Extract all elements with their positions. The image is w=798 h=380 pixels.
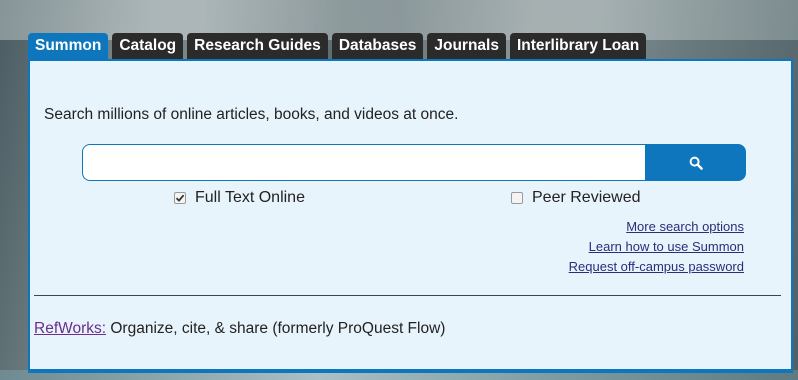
refworks-line: RefWorks: Organize, cite, & share (forme… (34, 320, 445, 338)
tab-research-guides[interactable]: Research Guides (187, 33, 328, 59)
peer-reviewed-checkbox[interactable] (511, 192, 523, 204)
full-text-online-filter: Full Text Online (174, 189, 305, 207)
divider (34, 295, 781, 296)
search-intro-text: Search millions of online articles, book… (44, 106, 459, 123)
full-text-online-label: Full Text Online (195, 189, 305, 206)
search-help-links: More search options Learn how to use Sum… (569, 217, 744, 277)
tab-summon[interactable]: Summon (28, 33, 109, 59)
refworks-link[interactable]: RefWorks: (34, 320, 106, 337)
full-text-online-checkbox[interactable] (174, 192, 186, 204)
more-search-options-link[interactable]: More search options (626, 217, 744, 237)
tab-interlibrary-loan[interactable]: Interlibrary Loan (509, 33, 647, 59)
tab-journals[interactable]: Journals (427, 33, 506, 59)
search-icon (689, 156, 703, 170)
search-tabs: Summon Catalog Research Guides Databases… (28, 33, 647, 59)
tab-catalog[interactable]: Catalog (112, 33, 184, 59)
peer-reviewed-filter: Peer Reviewed (511, 189, 641, 207)
peer-reviewed-label: Peer Reviewed (532, 189, 641, 206)
checkmark-icon (175, 194, 185, 202)
search-button[interactable] (645, 144, 746, 181)
off-campus-password-link[interactable]: Request off-campus password (569, 257, 744, 277)
learn-summon-link[interactable]: Learn how to use Summon (589, 237, 744, 257)
search-input[interactable] (82, 144, 645, 181)
refworks-description: Organize, cite, & share (formerly ProQue… (106, 320, 446, 337)
search-bar (82, 144, 746, 181)
summon-panel: Search millions of online articles, book… (28, 59, 793, 373)
tab-databases[interactable]: Databases (331, 33, 424, 59)
